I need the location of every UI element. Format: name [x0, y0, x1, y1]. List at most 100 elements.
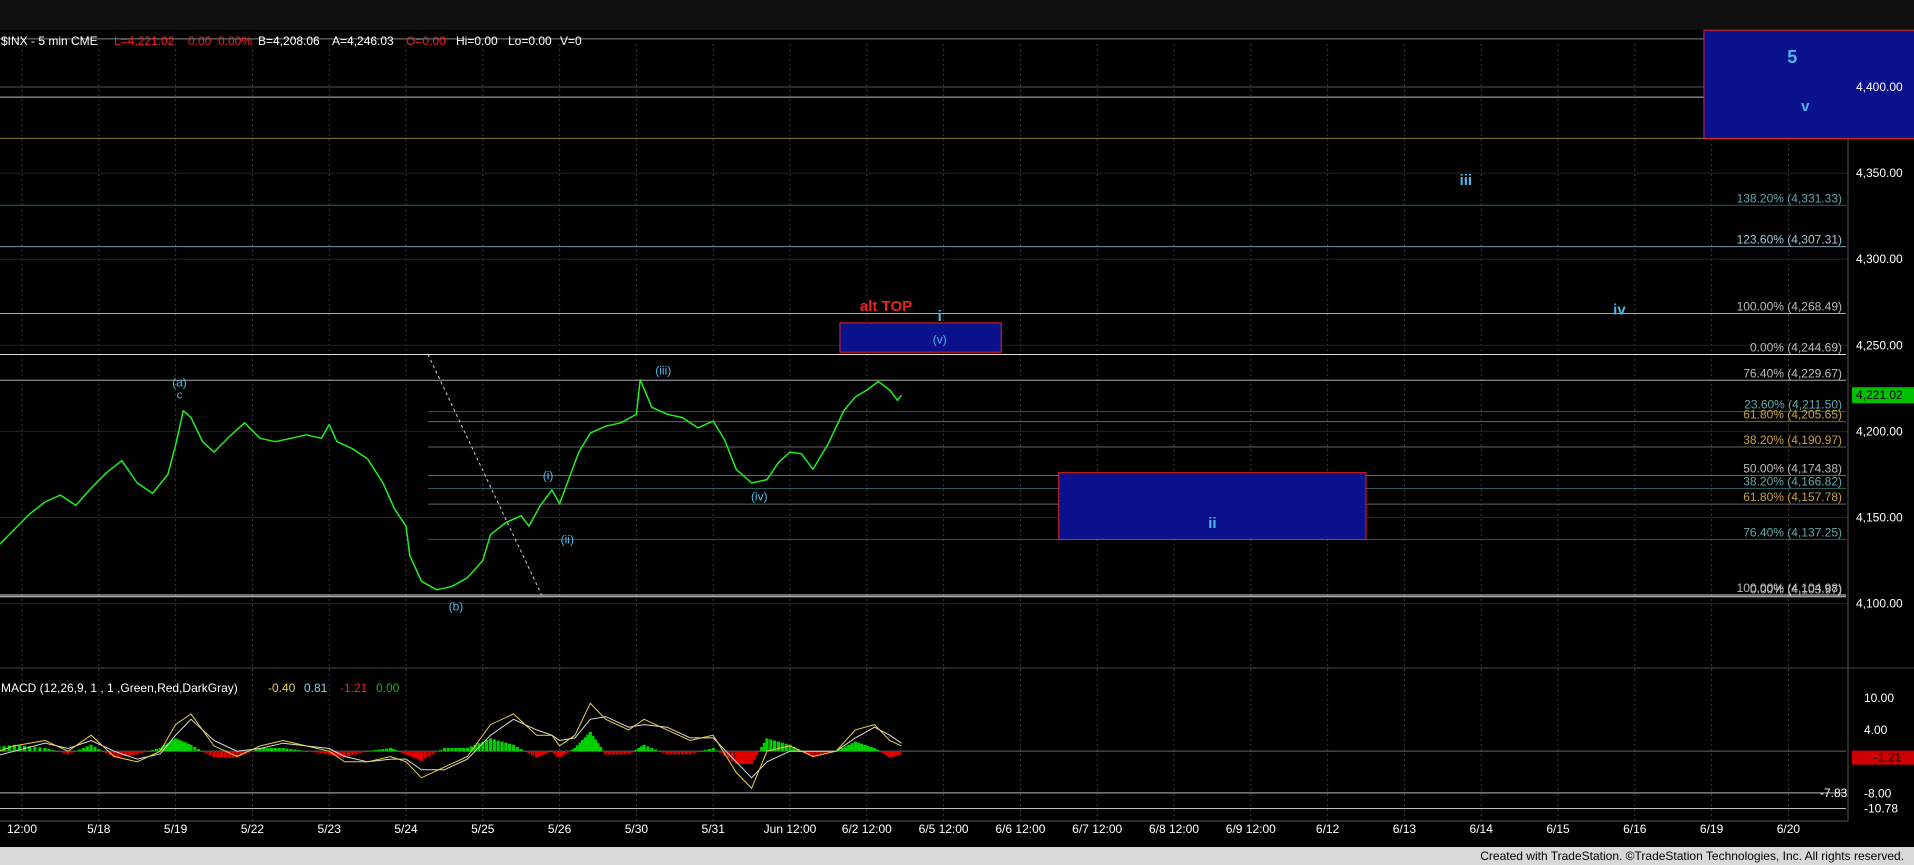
macd-hist-bar — [377, 749, 381, 752]
macd-hist-bar — [312, 751, 316, 753]
macd-hist-bar — [847, 744, 851, 752]
macd-hist-bar — [51, 750, 55, 752]
macd-tick-label: -1.21 — [1874, 751, 1902, 765]
time-tick-label: 5/24 — [394, 822, 418, 836]
macd-hist-bar — [193, 746, 197, 752]
time-tick-label: 6/6 12:00 — [995, 822, 1045, 836]
macd-hist-bar — [254, 749, 258, 752]
macd-hist-bar — [715, 750, 719, 752]
macd-hist-bar — [769, 739, 773, 752]
macd-hist-bar — [601, 750, 605, 752]
macd-hist-bar — [154, 749, 158, 752]
wave-label: ii — [1208, 515, 1216, 532]
macd-hist-bar — [500, 741, 504, 752]
macd-hist-bar — [143, 751, 147, 753]
macd-hist-bar — [688, 751, 692, 755]
macd-hist-bar — [866, 745, 870, 752]
fib-label: 0.00% (4,103.97) — [1750, 583, 1842, 597]
macd-hist-bar — [711, 747, 715, 752]
macd-hist-bar — [840, 747, 845, 752]
macd-hist-bar — [47, 749, 51, 752]
macd-hist-bar — [323, 751, 327, 754]
macd-hist-bar — [632, 751, 636, 752]
macd-hist-bar — [373, 750, 377, 752]
macd-hist-bar — [568, 751, 572, 752]
macd-value: -1.21 — [340, 681, 368, 695]
macd-hist-bar — [692, 751, 696, 754]
macd-hist-bar — [358, 751, 362, 754]
macd-hist-bar — [208, 751, 212, 756]
macd-hist-bar — [598, 746, 603, 752]
macd-hist-bar — [897, 751, 902, 755]
time-tick-label: 5/19 — [164, 822, 188, 836]
macd-tick-label: 10.00 — [1864, 691, 1894, 705]
macd-hist-bar — [531, 751, 535, 756]
macd-hist-bar — [462, 747, 466, 752]
wave-label: (ii) — [561, 532, 574, 546]
macd-hist-bar — [135, 751, 139, 755]
header-field: 0.00 — [188, 34, 212, 48]
alt-top-box — [839, 322, 1002, 353]
fib-label: 38.20% (4,166.82) — [1743, 475, 1842, 489]
macd-hist-bar — [450, 747, 454, 752]
macd-hist-bar — [765, 738, 769, 752]
fib-label: 138.20% (4,331.33) — [1737, 191, 1842, 205]
macd-hist-bar — [511, 744, 516, 752]
macd-hist-bar — [604, 751, 608, 755]
macd-hist-bar — [504, 742, 508, 752]
fib-label: 100.00% (4,268.49) — [1737, 299, 1842, 313]
macd-hist-bar — [869, 746, 873, 752]
macd-hist-bar — [394, 750, 398, 752]
wave-label: i — [938, 308, 942, 325]
time-axis: 12:00 5/18 5/19 5/22 5/23 5/24 5/25 5/26 5/30 5/3… — [0, 820, 1848, 836]
macd-hist-bar — [673, 751, 677, 755]
time-tick-label: Jun 12:00 — [764, 822, 817, 836]
fib-label: 50.00% (4,174.38) — [1743, 462, 1842, 476]
macd-hist-bar — [43, 747, 47, 752]
macd-hist-bar — [615, 751, 619, 755]
macd-hist-bar — [346, 751, 350, 757]
macd-tick-label: -7.83 — [1820, 786, 1848, 800]
macd-hist-bar — [860, 743, 864, 752]
macd-hist-bar — [304, 751, 308, 752]
macd-hist-bar — [665, 751, 669, 755]
macd-hist-bar — [719, 751, 723, 754]
fib-label: 123.60% (4,307.31) — [1737, 233, 1842, 247]
macd-value: 0.81 — [304, 681, 328, 695]
time-tick-label: 6/7 12:00 — [1072, 822, 1122, 836]
macd-hist-bar — [212, 751, 216, 758]
time-tick-label: 5/23 — [318, 822, 342, 836]
wave-label: iii — [1460, 172, 1473, 189]
macd-hist-bar — [454, 747, 458, 752]
wave-label: (iv) — [751, 489, 768, 503]
time-tick-label: 5/18 — [87, 822, 111, 836]
macd-hist-bar — [289, 749, 293, 752]
macd-tick-label: -10.78 — [1864, 802, 1898, 816]
time-tick-label: 6/8 12:00 — [1149, 822, 1199, 836]
price-tick-label: 4,200.00 — [1856, 424, 1903, 438]
macd-hist-bar — [300, 750, 304, 752]
price-tick-label: 4,400.00 — [1856, 80, 1903, 94]
price-chart[interactable]: (c)176.40% (4,394.18)161.80% (4,370.16)1… — [0, 0, 1914, 865]
price-tick-label: 4,100.00 — [1856, 597, 1903, 611]
macd-hist-bar — [519, 749, 523, 752]
macd-hist-bar — [423, 751, 427, 759]
macd-hist-bar — [381, 749, 385, 752]
macd-hist-bar — [619, 751, 623, 755]
macd-value: -0.40 — [268, 681, 296, 695]
macd-hist-bar — [863, 744, 867, 752]
macd-hist-bar — [319, 751, 324, 754]
macd-hist-bar — [611, 751, 615, 755]
macd-hist-bar — [680, 751, 685, 755]
wave-label: alt TOP — [860, 298, 912, 315]
macd-hist-bar — [853, 741, 857, 752]
macd-hist-bar — [70, 751, 74, 753]
wave-label: iv — [1613, 301, 1626, 318]
macd-hist-bar — [442, 747, 446, 752]
wave-label: (iii) — [655, 364, 671, 378]
macd-hist-bar — [293, 749, 297, 752]
macd-hist-bar — [419, 751, 423, 761]
macd-hist-bar — [465, 747, 470, 752]
macd-hist-bar — [446, 747, 450, 752]
header-field: A=4,246.03 — [332, 34, 394, 48]
